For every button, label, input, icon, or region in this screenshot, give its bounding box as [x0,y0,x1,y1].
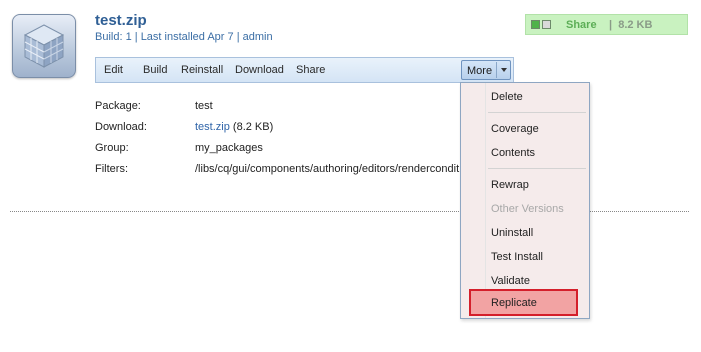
filters-value: /libs/cq/gui/components/authoring/editor… [195,163,460,175]
package-subline: Build: 1 | Last installed Apr 7 | admin [95,31,273,43]
menu-gutter [485,83,486,318]
download-label: Download: [95,121,147,133]
download-size: (8.2 KB) [232,121,274,133]
share-status-size: | 8.2 KB [609,19,652,31]
download-button[interactable]: Download [235,64,284,76]
more-button-separator [496,62,497,78]
download-value: test.zip (8.2 KB) [195,121,273,133]
more-button-label: More [467,65,493,77]
build-number: Build: 1 [95,31,132,43]
chevron-down-icon[interactable] [501,68,507,72]
share-status-indicator-icon [531,20,540,29]
reinstall-button[interactable]: Reinstall [181,64,223,76]
menu-item-contents[interactable]: Contents [491,147,535,159]
subline-separator: | [236,31,240,43]
group-value: my_packages [195,142,263,154]
menu-item-other-versions: Other Versions [491,203,564,215]
edit-button[interactable]: Edit [104,64,123,76]
more-button[interactable]: More [461,60,511,80]
menu-item-test-install[interactable]: Test Install [491,251,543,263]
build-button[interactable]: Build [143,64,167,76]
download-link[interactable]: test.zip [195,121,230,133]
package-toolbar: Edit Build Reinstall Download Share More [95,57,514,83]
menu-item-delete[interactable]: Delete [491,91,523,103]
package-name-value: test [195,100,213,112]
menu-separator [488,112,586,113]
share-status-box: Share | 8.2 KB [525,14,688,35]
more-dropdown-menu: Delete Coverage Contents Rewrap Other Ve… [460,82,590,319]
menu-separator [488,168,586,169]
package-title: test.zip [95,12,147,29]
share-status-size-value: 8.2 KB [618,19,653,31]
menu-item-rewrap[interactable]: Rewrap [491,179,529,191]
share-button[interactable]: Share [296,64,325,76]
subline-separator: | [134,31,138,43]
menu-item-validate[interactable]: Validate [491,275,530,287]
menu-item-replicate[interactable]: Replicate [469,289,578,316]
menu-item-replicate-label: Replicate [491,297,537,309]
package-name-label: Package: [95,100,141,112]
menu-item-uninstall[interactable]: Uninstall [491,227,533,239]
share-status-separator: | [609,19,613,31]
group-label: Group: [95,142,129,154]
installed-by-user: admin [242,31,273,43]
menu-item-coverage[interactable]: Coverage [491,123,539,135]
last-installed: Last installed Apr 7 [140,31,234,43]
share-status-indicator-icon [542,20,551,29]
package-cube-icon [12,14,76,78]
share-status-label: Share [566,19,597,31]
filters-label: Filters: [95,163,128,175]
